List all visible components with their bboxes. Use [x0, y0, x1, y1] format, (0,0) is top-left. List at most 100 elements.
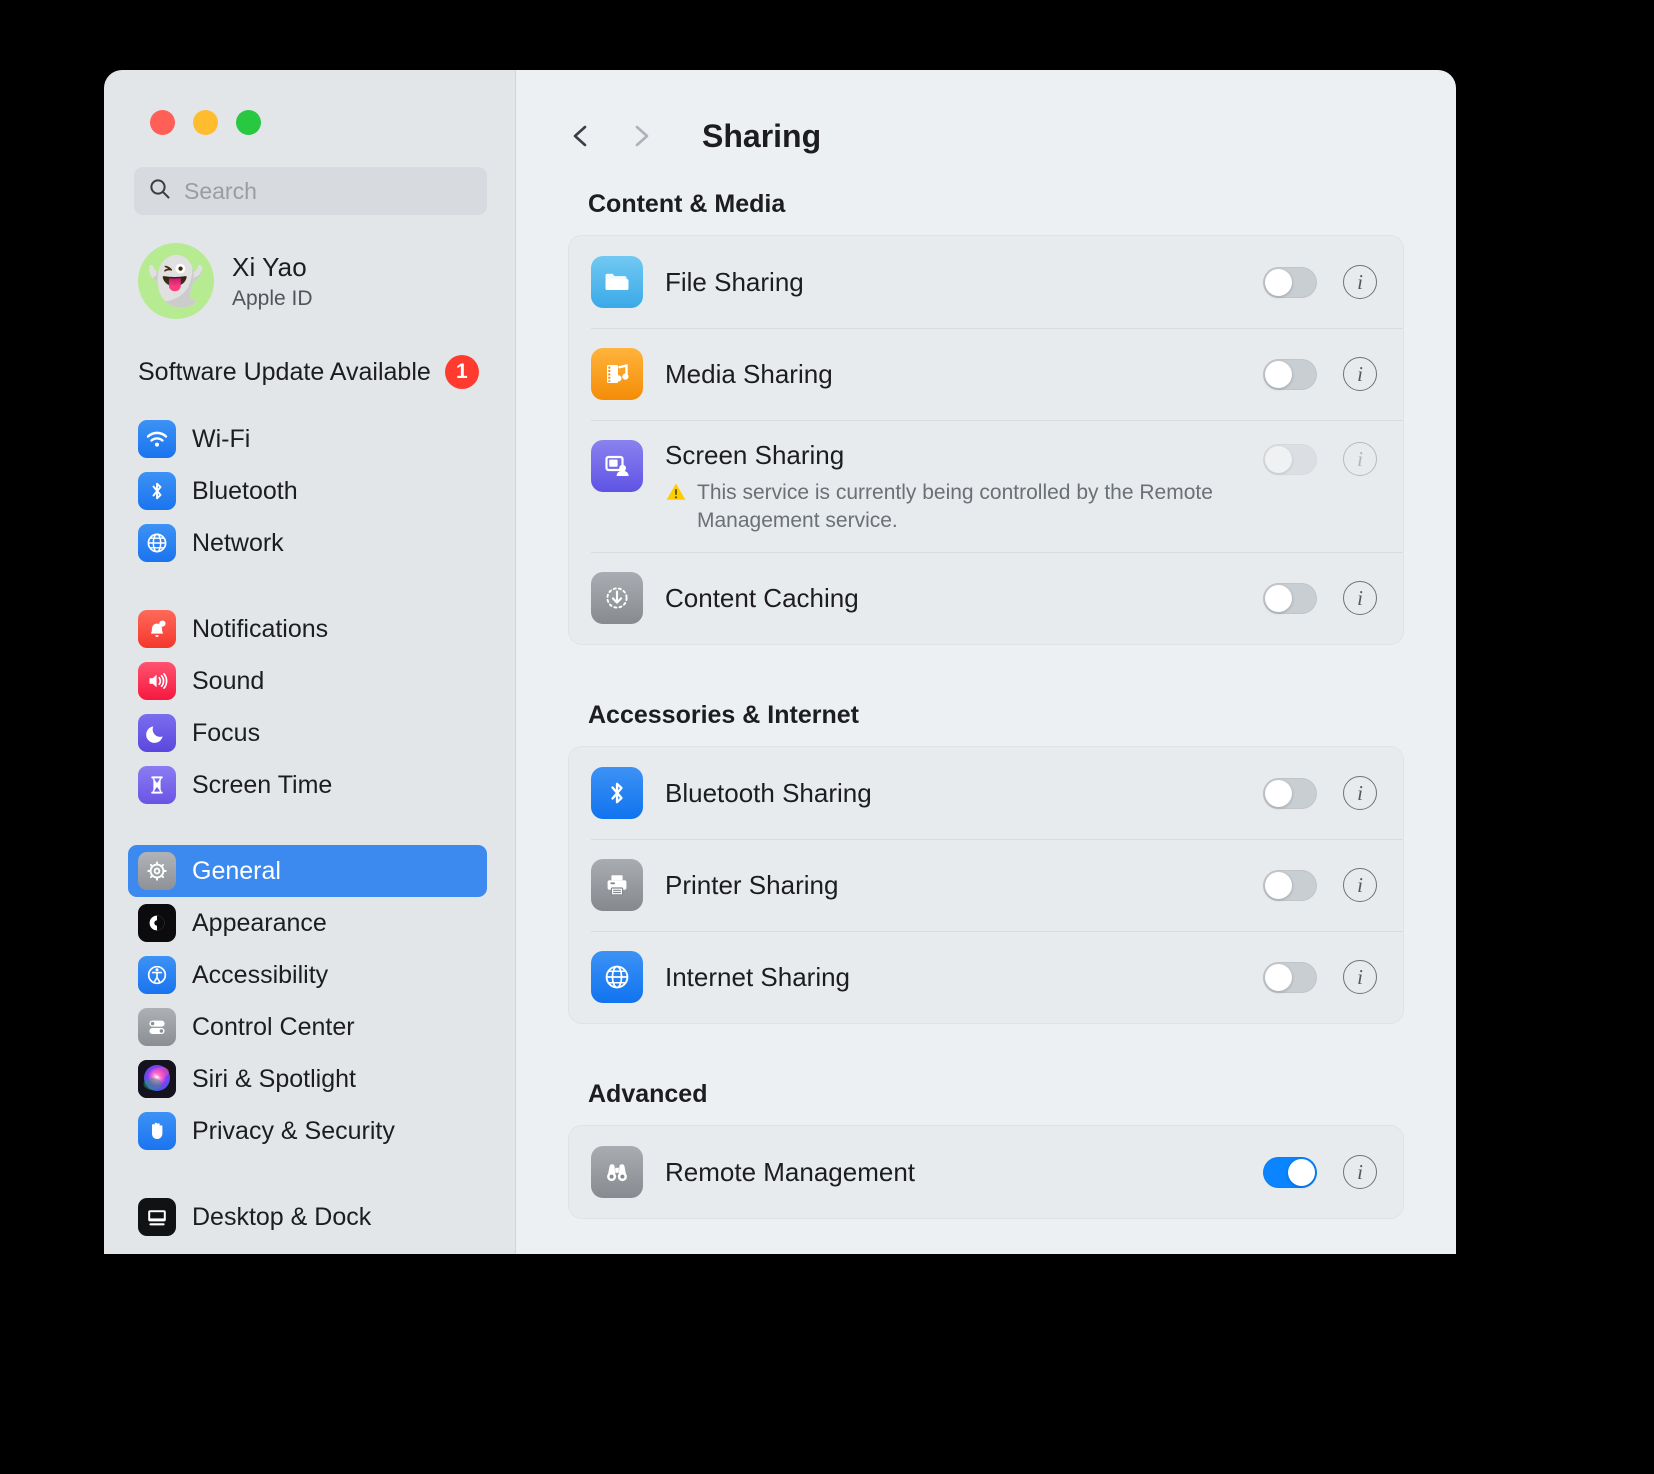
- row-file-sharing[interactable]: File Sharing i: [569, 236, 1403, 328]
- screen-time-hourglass-icon: [138, 766, 176, 804]
- section-title-advanced: Advanced: [588, 1080, 708, 1109]
- wifi-icon: [138, 420, 176, 458]
- row-media-sharing[interactable]: Media Sharing i: [569, 328, 1403, 420]
- row-internet-sharing[interactable]: Internet Sharing i: [569, 931, 1403, 1023]
- file-sharing-info-button[interactable]: i: [1343, 265, 1377, 299]
- row-body: Internet Sharing: [665, 962, 1247, 993]
- update-badge: 1: [444, 355, 479, 389]
- sidebar-item-sound[interactable]: Sound: [128, 655, 487, 707]
- sidebar-item-control-center[interactable]: Control Center: [128, 1001, 487, 1053]
- remote-management-binoculars-icon: [591, 1146, 643, 1199]
- software-update-label: Software Update Available: [138, 357, 431, 386]
- internet-sharing-info-button[interactable]: i: [1343, 960, 1377, 995]
- row-screen-sharing[interactable]: Screen Sharing This service is currently…: [569, 420, 1403, 552]
- sidebar-item-bluetooth[interactable]: Bluetooth: [128, 465, 487, 517]
- general-gear-icon: [138, 852, 176, 890]
- sidebar-item-screen-time[interactable]: Screen Time: [128, 759, 487, 811]
- sidebar-item-label: Control Center: [192, 1012, 355, 1041]
- sidebar-item-label: Siri & Spotlight: [192, 1064, 356, 1093]
- internet-sharing-toggle[interactable]: [1263, 961, 1317, 993]
- media-sharing-info-button[interactable]: i: [1343, 357, 1377, 391]
- section-title-accessories-internet: Accessories & Internet: [588, 701, 859, 730]
- file-sharing-toggle[interactable]: [1263, 266, 1317, 298]
- back-chevron-icon[interactable]: [564, 119, 598, 153]
- software-update-row[interactable]: Software Update Available 1: [138, 355, 515, 389]
- file-sharing-folder-icon: [591, 256, 643, 308]
- row-controls: i: [1263, 960, 1377, 995]
- screen-sharing-info-button[interactable]: i: [1343, 442, 1377, 476]
- row-label: File Sharing: [665, 266, 804, 297]
- sidebar-item-label: Privacy & Security: [192, 1116, 395, 1145]
- row-content-caching[interactable]: Content Caching i: [569, 552, 1403, 644]
- sidebar-item-general[interactable]: General: [128, 845, 487, 897]
- siri-icon: [138, 1060, 176, 1098]
- sidebar-group-system: Notifications Sound Focus Screen Time: [104, 603, 515, 811]
- sidebar-group-network: Wi-Fi Bluetooth Network: [104, 413, 515, 569]
- sidebar-item-label: Screen Time: [192, 770, 333, 799]
- sidebar-item-appearance[interactable]: Appearance: [128, 897, 487, 949]
- sidebar-group-desktop: Desktop & Dock: [104, 1191, 515, 1243]
- row-body: Bluetooth Sharing: [665, 778, 1247, 809]
- printer-sharing-toggle[interactable]: [1263, 869, 1317, 901]
- sidebar-item-desktop-dock[interactable]: Desktop & Dock: [128, 1191, 487, 1243]
- control-center-icon: [138, 1008, 176, 1046]
- remote-management-toggle[interactable]: [1263, 1156, 1317, 1188]
- close-button[interactable]: [150, 110, 175, 135]
- bluetooth-icon: [138, 472, 176, 510]
- screen-sharing-toggle[interactable]: [1263, 443, 1317, 475]
- printer-sharing-info-button[interactable]: i: [1343, 868, 1377, 903]
- printer-sharing-icon: [591, 859, 643, 912]
- row-label: Remote Management: [665, 1156, 916, 1187]
- zoom-button[interactable]: [236, 110, 261, 135]
- media-sharing-toggle[interactable]: [1263, 358, 1317, 390]
- sidebar-item-siri-spotlight[interactable]: Siri & Spotlight: [128, 1053, 487, 1105]
- row-body: Printer Sharing: [665, 870, 1247, 901]
- row-body: Media Sharing: [665, 359, 1247, 390]
- bluetooth-sharing-toggle[interactable]: [1263, 777, 1317, 809]
- bluetooth-sharing-icon: [591, 767, 643, 820]
- sidebar-item-privacy-security[interactable]: Privacy & Security: [128, 1105, 487, 1157]
- sidebar-item-label: Desktop & Dock: [192, 1202, 372, 1231]
- bluetooth-sharing-info-button[interactable]: i: [1343, 776, 1377, 811]
- row-body: Remote Management: [665, 1157, 1247, 1188]
- toolbar: Sharing: [516, 70, 1456, 166]
- apple-id-account-row[interactable]: 👻 Xi Yao Apple ID: [138, 243, 515, 319]
- appearance-contrast-icon: [138, 904, 176, 942]
- row-controls: i: [1263, 357, 1377, 391]
- forward-chevron-icon: [624, 119, 658, 153]
- sidebar-item-label: Sound: [192, 666, 265, 695]
- row-printer-sharing[interactable]: Printer Sharing i: [569, 839, 1403, 931]
- minimize-button[interactable]: [193, 110, 218, 135]
- privacy-hand-icon: [138, 1112, 176, 1150]
- sidebar-item-wifi[interactable]: Wi-Fi: [128, 413, 487, 465]
- notifications-bell-icon: [138, 610, 176, 648]
- content-caching-info-button[interactable]: i: [1343, 581, 1377, 616]
- content-caching-toggle[interactable]: [1263, 582, 1317, 614]
- card-advanced: Remote Management i: [568, 1125, 1404, 1220]
- row-body: Content Caching: [665, 583, 1247, 614]
- system-settings-window: 👻 Xi Yao Apple ID Software Update Availa…: [104, 70, 1456, 1254]
- remote-management-info-button[interactable]: i: [1343, 1155, 1377, 1190]
- sidebar-item-label: Accessibility: [192, 960, 329, 989]
- card-accessories-internet: Bluetooth Sharing i Printer Sharing i In…: [568, 746, 1404, 1025]
- card-content-media: File Sharing i Media Sharing i Screen Sh…: [568, 235, 1404, 646]
- row-remote-management[interactable]: Remote Management i: [569, 1126, 1403, 1218]
- sidebar-item-focus[interactable]: Focus: [128, 707, 487, 759]
- settings-content: Content & Media File Sharing i Media Sha…: [516, 166, 1456, 1220]
- row-label: Internet Sharing: [665, 961, 851, 992]
- search-input[interactable]: [184, 177, 473, 205]
- sidebar-item-label: Appearance: [192, 908, 327, 937]
- sidebar-item-accessibility[interactable]: Accessibility: [128, 949, 487, 1001]
- sidebar: 👻 Xi Yao Apple ID Software Update Availa…: [104, 70, 516, 1254]
- warning-triangle-icon: [665, 482, 687, 534]
- sidebar-item-network[interactable]: Network: [128, 517, 487, 569]
- row-controls: i: [1263, 442, 1377, 476]
- search-field[interactable]: [134, 167, 487, 215]
- sidebar-item-notifications[interactable]: Notifications: [128, 603, 487, 655]
- row-controls: i: [1263, 776, 1377, 811]
- row-bluetooth-sharing[interactable]: Bluetooth Sharing i: [569, 747, 1403, 839]
- sidebar-item-label: Notifications: [192, 614, 329, 643]
- row-controls: i: [1263, 1155, 1377, 1190]
- sidebar-item-label: Focus: [192, 718, 261, 747]
- focus-moon-icon: [138, 714, 176, 752]
